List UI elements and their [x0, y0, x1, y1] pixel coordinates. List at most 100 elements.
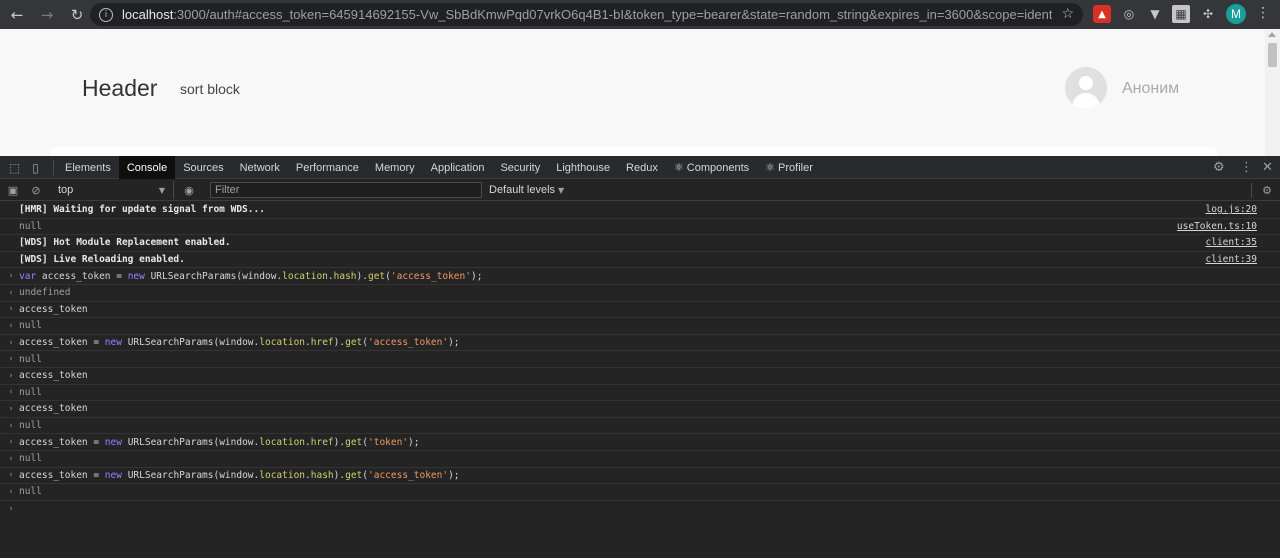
- devtools-panel: ⬚ ▯ Elements Console Sources Network Perform…: [0, 156, 1280, 558]
- console-toolbar: ▣ ⊘ top ▼ ◉ Default levels▼ ⚙: [0, 180, 1280, 201]
- forward-icon[interactable]: →: [36, 4, 58, 26]
- site-info-icon[interactable]: i: [99, 7, 113, 22]
- clear-console-icon[interactable]: ⊘: [29, 183, 43, 197]
- devtools-tab-bar: ⬚ ▯ Elements Console Sources Network Perform…: [0, 156, 1280, 179]
- avatar-body: [1072, 93, 1100, 109]
- device-toolbar-icon[interactable]: ▯: [28, 160, 43, 175]
- avatar-head: [1079, 76, 1093, 90]
- output-row: ‹ null: [0, 385, 1280, 402]
- console-message: null: [19, 320, 42, 332]
- user-name[interactable]: Аноним: [1122, 80, 1179, 98]
- chevron-right-icon: ›: [9, 337, 13, 348]
- tab-lighthouse[interactable]: Lighthouse: [548, 156, 618, 179]
- filter-input[interactable]: [210, 182, 482, 198]
- content-card: [50, 147, 1217, 156]
- tab-sources[interactable]: Sources: [175, 156, 231, 179]
- console-message: null: [19, 486, 42, 498]
- extension-vue-icon[interactable]: ▼: [1146, 5, 1164, 23]
- back-icon[interactable]: ←: [6, 4, 28, 26]
- tab-components[interactable]: ⚛ Components: [666, 156, 757, 179]
- scroll-thumb[interactable]: [1268, 43, 1277, 67]
- context-value: top: [58, 184, 74, 196]
- log-levels-dropdown[interactable]: Default levels ▼: [489, 184, 564, 196]
- tab-network[interactable]: Network: [232, 156, 288, 179]
- console-message: access_token = new URLSearchParams(windo…: [19, 436, 420, 448]
- console-message: null: [19, 353, 42, 365]
- extension-page-icon[interactable]: ▦: [1172, 5, 1190, 23]
- scroll-up-arrow-icon[interactable]: [1268, 32, 1276, 37]
- tab-performance[interactable]: Performance: [288, 156, 367, 179]
- log-row: null useToken.ts:10: [0, 219, 1280, 236]
- url-text[interactable]: localhost:3000/auth#access_token=6459146…: [122, 7, 1052, 22]
- live-expression-eye-icon[interactable]: ◉: [182, 183, 196, 197]
- context-selector[interactable]: top ▼: [50, 181, 174, 199]
- tab-security[interactable]: Security: [492, 156, 548, 179]
- sort-block[interactable]: sort block: [180, 81, 240, 97]
- reload-icon[interactable]: ↻: [66, 4, 88, 26]
- console-message: access_token = new URLSearchParams(windo…: [19, 469, 460, 481]
- chevron-right-icon: ›: [9, 271, 13, 282]
- source-link[interactable]: client:39: [1206, 254, 1257, 265]
- console-message: null: [19, 453, 42, 465]
- tab-elements[interactable]: Elements: [57, 156, 119, 179]
- chevron-right-icon: ›: [9, 370, 13, 381]
- console-message: access_token: [19, 370, 88, 382]
- output-row: ‹ null: [0, 318, 1280, 335]
- extension-icon[interactable]: ▲: [1093, 5, 1111, 23]
- source-link[interactable]: log.js:20: [1206, 204, 1257, 215]
- page-scrollbar[interactable]: [1265, 29, 1280, 156]
- tab-profiler[interactable]: ⚛ Profiler: [757, 156, 821, 179]
- tab-application[interactable]: Application: [423, 156, 493, 179]
- page-title: Header: [82, 75, 158, 101]
- prompt-chevron-icon: ›: [9, 503, 13, 514]
- return-arrow-icon: ‹: [9, 486, 13, 497]
- input-row: › access_token = new URLSearchParams(wind…: [0, 335, 1280, 352]
- console-message: null: [19, 220, 42, 232]
- bookmark-star-icon[interactable]: ☆: [1061, 6, 1074, 22]
- more-options-icon[interactable]: ⋮: [1240, 160, 1253, 175]
- input-row: › access_token: [0, 401, 1280, 418]
- output-row: ‹ null: [0, 418, 1280, 435]
- extensions-puzzle-icon[interactable]: ✣: [1199, 5, 1217, 23]
- tab-redux[interactable]: Redux: [618, 156, 666, 179]
- console-message: null: [19, 420, 42, 432]
- url-rest: :3000/auth#access_token=645914692155-Vw_…: [173, 7, 1052, 22]
- console-message: [WDS] Hot Module Replacement enabled.: [19, 237, 231, 249]
- close-devtools-icon[interactable]: ✕: [1262, 160, 1273, 175]
- input-row: › access_token = new URLSearchParams(wind…: [0, 434, 1280, 451]
- tab-memory[interactable]: Memory: [367, 156, 423, 179]
- settings-gear-icon[interactable]: ⚙: [1213, 160, 1225, 175]
- browser-menu-icon[interactable]: ⋮: [1256, 5, 1270, 21]
- source-link[interactable]: useToken.ts:10: [1177, 221, 1257, 232]
- source-link[interactable]: client:35: [1206, 237, 1257, 248]
- chevron-down-icon: ▼: [158, 185, 165, 195]
- input-row: › access_token: [0, 368, 1280, 385]
- url-host: localhost: [122, 7, 174, 22]
- return-arrow-icon: ‹: [9, 453, 13, 464]
- console-message: [HMR] Waiting for update signal from WDS…: [19, 204, 265, 216]
- input-row: › access_token = new URLSearchParams(wind…: [0, 468, 1280, 485]
- extension-target-icon[interactable]: ◎: [1120, 5, 1138, 23]
- user-avatar-icon[interactable]: [1065, 67, 1107, 109]
- log-row: [WDS] Hot Module Replacement enabled. cli…: [0, 235, 1280, 252]
- page-viewport: Header sort block Аноним: [0, 29, 1280, 156]
- sidebar-toggle-icon[interactable]: ▣: [6, 183, 20, 197]
- chevron-right-icon: ›: [9, 437, 13, 448]
- console-message: access_token: [19, 403, 88, 415]
- address-bar[interactable]: i localhost:3000/auth#access_token=64591…: [90, 3, 1083, 26]
- inspect-element-icon[interactable]: ⬚: [7, 160, 22, 175]
- input-row: › access_token: [0, 302, 1280, 319]
- return-arrow-icon: ‹: [9, 287, 13, 298]
- profile-avatar[interactable]: M: [1226, 4, 1246, 24]
- tab-console[interactable]: Console: [118, 156, 176, 179]
- console-message: var access_token = new URLSearchParams(w…: [19, 270, 483, 282]
- console-settings-gear-icon[interactable]: ⚙: [1260, 183, 1274, 197]
- console-output[interactable]: [HMR] Waiting for update signal from WDS…: [0, 202, 1280, 558]
- log-row: [HMR] Waiting for update signal from WDS…: [0, 202, 1280, 219]
- output-row: ‹ null: [0, 451, 1280, 468]
- chevron-right-icon: ›: [9, 304, 13, 315]
- divider: [53, 160, 54, 175]
- input-row: › var access_token = new URLSearchParams(…: [0, 268, 1280, 285]
- levels-label: Default levels: [489, 184, 556, 196]
- devtools-tabs: Elements Console Sources Network Performance…: [57, 156, 821, 179]
